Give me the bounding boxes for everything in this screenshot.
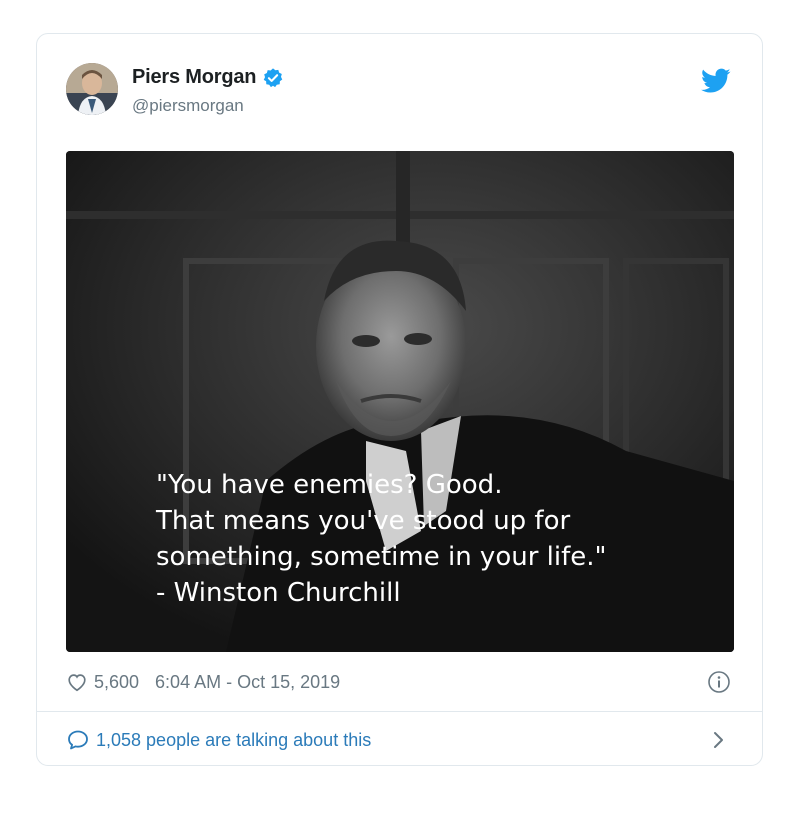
tweet-timestamp[interactable]: 6:04 AM - Oct 15, 2019	[155, 672, 340, 693]
speech-bubble-icon	[66, 728, 90, 752]
user-handle[interactable]: @piersmorgan	[132, 96, 244, 116]
tweet-media-image[interactable]: "You have enemies? Good. That means you'…	[66, 151, 734, 652]
avatar[interactable]	[66, 63, 118, 115]
display-name[interactable]: Piers Morgan	[132, 66, 257, 89]
divider	[37, 711, 762, 712]
verified-badge-icon	[262, 67, 284, 89]
heart-icon[interactable]	[66, 671, 88, 693]
quote-text: "You have enemies? Good. That means you'…	[156, 470, 607, 608]
talking-count[interactable]: 1,058 people are talking about this	[96, 730, 371, 751]
twitter-bird-icon[interactable]	[701, 68, 731, 94]
chevron-right-icon[interactable]	[711, 731, 725, 749]
like-count[interactable]: 5,600	[94, 672, 139, 693]
name-row: Piers Morgan	[132, 66, 284, 89]
conversation-link[interactable]: 1,058 people are talking about this	[66, 723, 733, 757]
tweet-meta: 5,600 6:04 AM - Oct 15, 2019	[66, 668, 733, 696]
tweet-header: Piers Morgan @piersmorgan	[66, 63, 733, 119]
tweet-card: Piers Morgan @piersmorgan "You have enem…	[36, 33, 763, 766]
info-icon[interactable]	[707, 670, 731, 694]
